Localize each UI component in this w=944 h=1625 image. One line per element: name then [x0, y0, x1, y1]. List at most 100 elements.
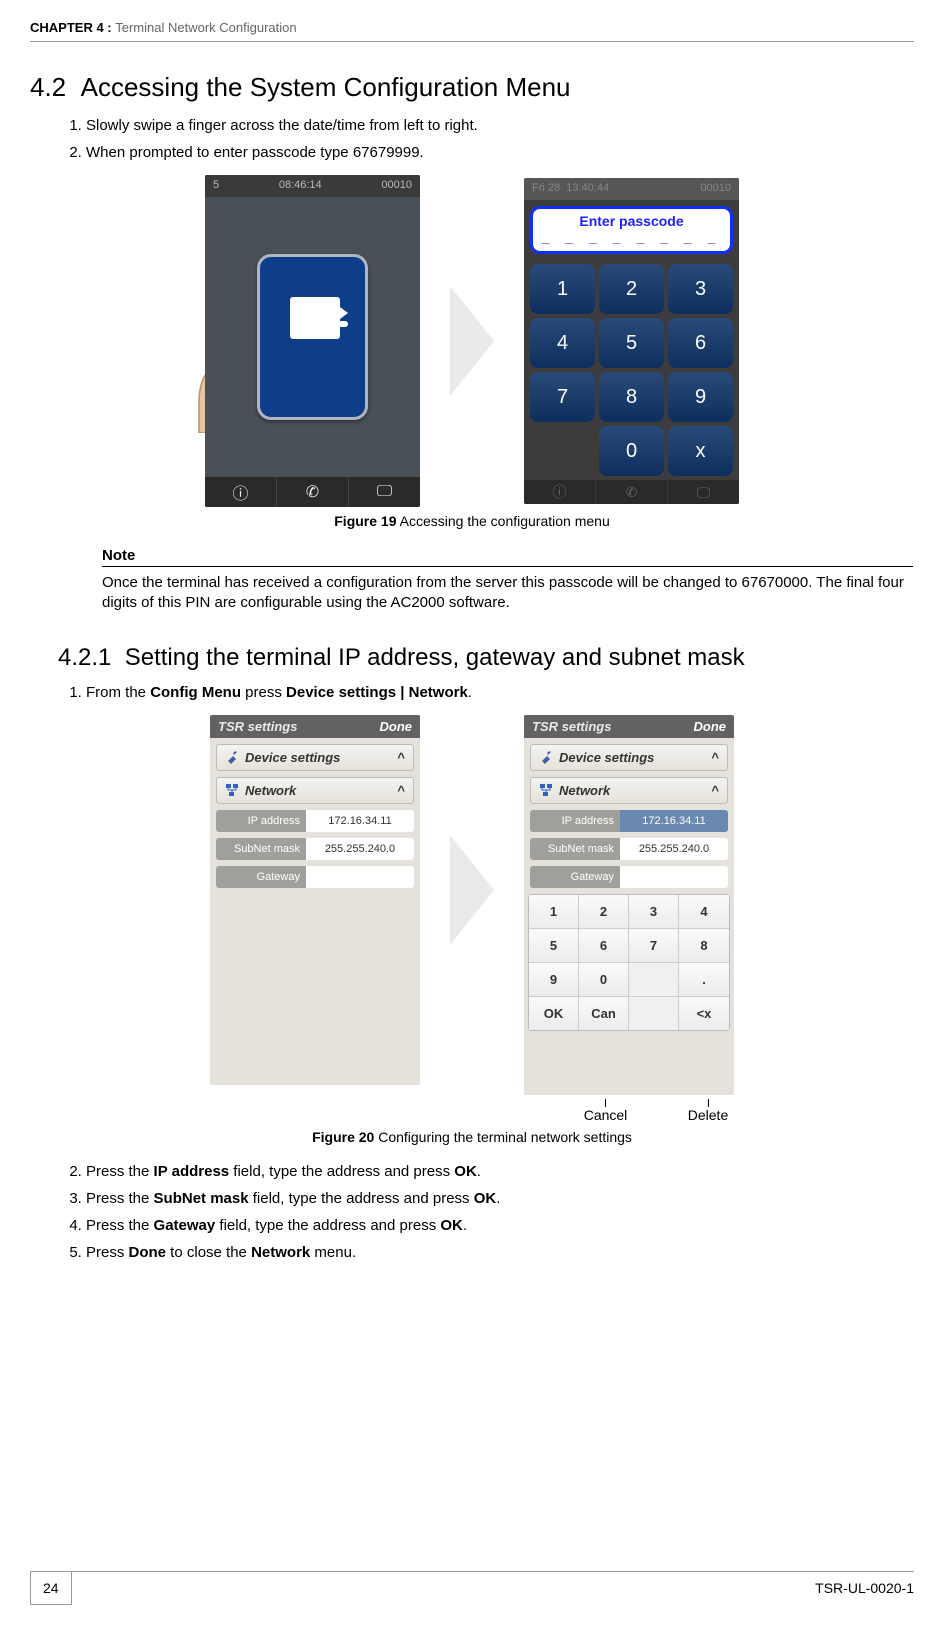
pc-monitor-icon: 🖵 — [668, 480, 739, 504]
key-x[interactable]: x — [668, 426, 733, 476]
passcode-title: Enter passcode — [533, 213, 730, 229]
subnet-row-right[interactable]: SubNet mask 255.255.240.0 — [530, 838, 728, 860]
nk-7[interactable]: 7 — [629, 929, 679, 963]
keypad: 1 2 3 4 5 6 7 8 9 0 x — [524, 260, 739, 480]
sub-num: 4.2.1 — [58, 644, 111, 671]
gw-label-r: Gateway — [530, 866, 620, 888]
nk-dot[interactable]: . — [679, 963, 729, 997]
key-9[interactable]: 9 — [668, 372, 733, 422]
key-6[interactable]: 6 — [668, 318, 733, 368]
device-settings-panel-right[interactable]: Device settings^ — [530, 744, 728, 771]
network-icon — [225, 783, 239, 797]
keypad-annotations: Cancel Delete — [524, 1099, 734, 1123]
passcode-label: Enter passcode _ _ _ _ _ _ _ _ — [530, 206, 733, 254]
fig20-bold: Figure 20 — [312, 1129, 374, 1145]
nk-del[interactable]: <x — [679, 997, 729, 1030]
chevron-right-icon — [450, 286, 494, 396]
device-home-body — [205, 197, 420, 477]
step-421-1: From the Config Menu press Device settin… — [86, 684, 914, 701]
nk-9[interactable]: 9 — [529, 963, 579, 997]
device-bottombar: ⓘ ✆ 🖵 — [205, 477, 420, 507]
settings-titlebar-right: TSR settings Done — [524, 715, 734, 738]
figure-19: 5 08:46:14 00010 ⓘ ✆ 🖵 — [30, 175, 914, 507]
done-button-left[interactable]: Done — [380, 719, 413, 734]
device-settings-panel-left[interactable]: Device settings^ — [216, 744, 414, 771]
fig19-rest: Accessing the configuration menu — [397, 513, 610, 529]
gateway-row-left[interactable]: Gateway — [216, 866, 414, 888]
nk-3[interactable]: 3 — [629, 895, 679, 929]
passcode-device: Fri 28 13:40:44 00010 Enter passcode _ _… — [524, 178, 739, 504]
steps-4-2: Slowly swipe a finger across the date/ti… — [86, 117, 914, 161]
pc-phone-icon: ✆ — [596, 480, 668, 504]
step-421-5: Press Done to close the Network menu. — [86, 1244, 914, 1261]
header-rule — [30, 41, 914, 42]
delete-label: Delete — [688, 1107, 728, 1123]
sn-value-left[interactable]: 255.255.240.0 — [306, 838, 414, 860]
nk-0[interactable]: 0 — [579, 963, 629, 997]
card-icon — [257, 254, 368, 420]
page-number: 24 — [30, 1572, 72, 1605]
nk-6[interactable]: 6 — [579, 929, 629, 963]
chapter-header: CHAPTER 4 : Terminal Network Configurati… — [30, 20, 914, 35]
tb-title-r: TSR settings — [532, 719, 611, 734]
key-1[interactable]: 1 — [530, 264, 595, 314]
nk-1[interactable]: 1 — [529, 895, 579, 929]
chapter-prefix: CHAPTER 4 : — [30, 20, 115, 35]
key-7[interactable]: 7 — [530, 372, 595, 422]
nk-ok[interactable]: OK — [529, 997, 579, 1030]
ip-row-right[interactable]: IP address 172.16.34.11 — [530, 810, 728, 832]
gw-value-right[interactable] — [620, 866, 728, 888]
key-3[interactable]: 3 — [668, 264, 733, 314]
step-1: Slowly swipe a finger across the date/ti… — [86, 117, 914, 134]
ip-row-left[interactable]: IP address 172.16.34.11 — [216, 810, 414, 832]
nk-4[interactable]: 4 — [679, 895, 729, 929]
key-8[interactable]: 8 — [599, 372, 664, 422]
figure-20: TSR settings Done Device settings^ Netwo… — [30, 715, 914, 1123]
figure-19-caption: Figure 19 Accessing the configuration me… — [30, 513, 914, 529]
settings-titlebar-left: TSR settings Done — [210, 715, 420, 738]
pc-top-right: 00010 — [700, 182, 731, 196]
chevron-right-icon-2 — [450, 835, 494, 945]
numeric-keypad: 1 2 3 4 5 6 7 8 9 0 . . OK Can . — [528, 894, 730, 1031]
nk-blank1: . — [629, 963, 679, 997]
key-0[interactable]: 0 — [599, 426, 664, 476]
home-screen-device: 5 08:46:14 00010 ⓘ ✆ 🖵 — [205, 175, 420, 507]
nk-blank2: . — [629, 997, 679, 1030]
network-icon — [539, 783, 553, 797]
step-421-3: Press the SubNet mask field, type the ad… — [86, 1190, 914, 1207]
gateway-row-right[interactable]: Gateway — [530, 866, 728, 888]
section-title: Accessing the System Configuration Menu — [81, 72, 571, 102]
section-4-2-1-heading: 4.2.1 Setting the terminal IP address, g… — [58, 644, 914, 672]
pc-top-left: Fri 28 13:40:44 — [532, 182, 609, 196]
sub-title: Setting the terminal IP address, gateway… — [125, 644, 745, 671]
key-2[interactable]: 2 — [599, 264, 664, 314]
wrench-icon — [539, 750, 553, 764]
ip-value-right[interactable]: 172.16.34.11 — [620, 810, 728, 832]
phone-icon[interactable]: ✆ — [277, 477, 349, 507]
note-rule — [102, 566, 913, 567]
nk-can[interactable]: Can — [579, 997, 629, 1030]
gw-value-left[interactable] — [306, 866, 414, 888]
steps-4-2-1a: From the Config Menu press Device settin… — [86, 684, 914, 701]
monitor-icon[interactable]: 🖵 — [349, 477, 420, 507]
passcode-dashes: _ _ _ _ _ _ _ _ — [533, 229, 730, 245]
subnet-row-left[interactable]: SubNet mask 255.255.240.0 — [216, 838, 414, 860]
nk-5[interactable]: 5 — [529, 929, 579, 963]
fig20-rest: Configuring the terminal network setting… — [374, 1129, 632, 1145]
network-panel-right[interactable]: Network^ — [530, 777, 728, 804]
sn-label-r: SubNet mask — [530, 838, 620, 860]
network-panel-left[interactable]: Network^ — [216, 777, 414, 804]
key-4[interactable]: 4 — [530, 318, 595, 368]
key-blank — [530, 426, 595, 476]
ip-value-left[interactable]: 172.16.34.11 — [306, 810, 414, 832]
info-icon[interactable]: ⓘ — [205, 477, 277, 507]
section-num: 4.2 — [30, 72, 66, 102]
nk-2[interactable]: 2 — [579, 895, 629, 929]
key-5[interactable]: 5 — [599, 318, 664, 368]
done-button-right[interactable]: Done — [694, 719, 727, 734]
top-left: 5 — [213, 179, 219, 193]
nk-8[interactable]: 8 — [679, 929, 729, 963]
sn-value-right[interactable]: 255.255.240.0 — [620, 838, 728, 860]
document-id: TSR-UL-0020-1 — [815, 1572, 914, 1605]
page-footer: 24 TSR-UL-0020-1 — [30, 1563, 914, 1605]
